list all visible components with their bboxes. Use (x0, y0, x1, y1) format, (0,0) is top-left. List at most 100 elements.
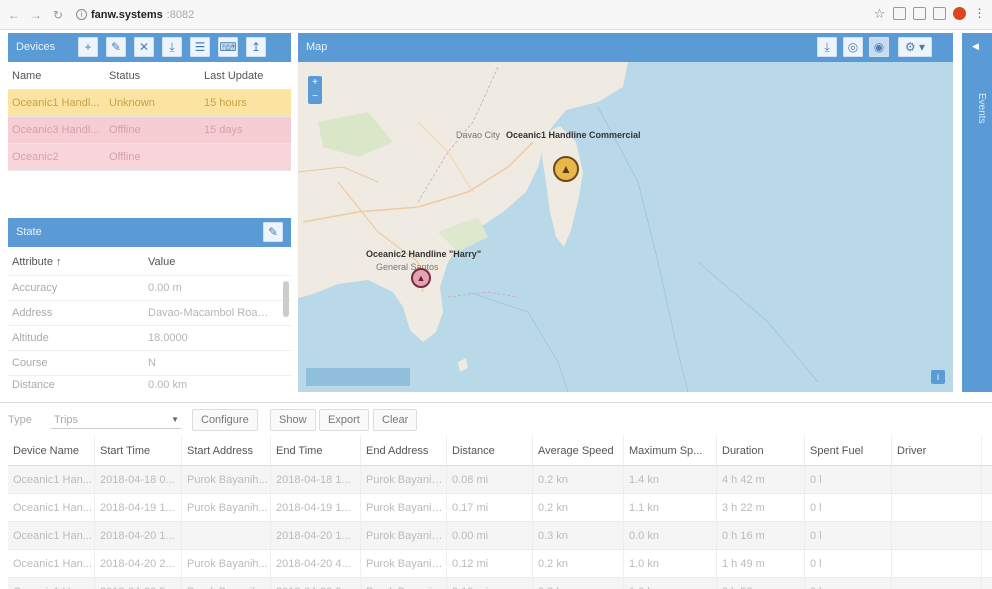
report-col-header[interactable]: End Address (361, 436, 447, 465)
col-status[interactable]: Status (105, 70, 200, 82)
device-row[interactable]: Oceanic2 Offline (8, 144, 291, 171)
state-scrollbar[interactable] (283, 281, 289, 317)
report-col-header[interactable]: Device Name (8, 436, 95, 465)
gear-icon: ⚙ (904, 40, 916, 54)
state-attribute: Accuracy (12, 282, 58, 294)
events-sidebar[interactable]: ◀ Events (962, 33, 992, 392)
zoom-in-button[interactable]: + (308, 76, 322, 90)
report-cell: 2018-04-18 1... (271, 466, 361, 493)
map-panel-header: Map ⤓ ◎ ◉ ⚙ ▾ (298, 33, 953, 62)
map-info-icon[interactable]: i (931, 370, 945, 384)
url-port: :8082 (166, 8, 195, 21)
small-island-shape (458, 358, 468, 372)
sort-arrow-icon: ↑ (56, 255, 62, 268)
reload-icon[interactable]: ↻ (50, 8, 66, 22)
clear-button[interactable]: Clear (373, 409, 418, 431)
device-row[interactable]: Oceanic1 Handl... Unknown 15 hours (8, 90, 291, 117)
expand-arrow-icon[interactable]: ◀ (972, 41, 979, 52)
map-geofence-button[interactable]: ⤓ (817, 37, 837, 57)
upload-button[interactable]: ↥ (246, 37, 266, 57)
show-button[interactable]: Show (270, 409, 316, 431)
configure-button[interactable]: Configure (192, 409, 258, 431)
report-cell: 0 l (805, 550, 892, 577)
report-col-header[interactable]: Start Time (95, 436, 182, 465)
report-col-header[interactable]: Spent Fuel (805, 436, 892, 465)
report-cell (892, 522, 982, 549)
geofence-button[interactable]: ⤓ (162, 37, 182, 57)
report-cell: 0.12 mi (447, 550, 533, 577)
browser-menu-icon[interactable]: ⋮ (973, 7, 986, 20)
export-button[interactable]: Export (319, 409, 369, 431)
report-cell: Purok Bayanih... (182, 466, 271, 493)
report-cell: 0 l (805, 494, 892, 521)
report-cell: Purok Bayanih... (182, 578, 271, 589)
edit-device-button[interactable]: ✎ (106, 37, 126, 57)
device-row[interactable]: Oceanic3 Handl... Offline 15 days (8, 117, 291, 144)
report-cell: 0.08 mi (447, 466, 533, 493)
report-cell: Purok Bayanih... (361, 494, 447, 521)
keyboard-icon: ⌨ (219, 40, 237, 54)
report-row[interactable]: Oceanic1 Han... 2018-04-18 0... Purok Baya… (8, 466, 992, 494)
report-row[interactable]: Oceanic1 Han... 2018-04-19 1... Purok Baya… (8, 494, 992, 522)
report-col-header[interactable]: Start Address (182, 436, 271, 465)
depth-contour (697, 261, 819, 383)
report-col-header[interactable]: Average Speed (533, 436, 624, 465)
add-device-button[interactable]: + (78, 37, 98, 57)
map-follow-button[interactable]: ◉ (869, 37, 889, 57)
report-cell: 1.0 kn (624, 550, 717, 577)
report-cell (892, 466, 982, 493)
report-col-header[interactable]: Maximum Sp... (624, 436, 717, 465)
report-col-header[interactable]: Distance (447, 436, 533, 465)
report-col-header[interactable]: Driver (892, 436, 982, 465)
report-cell: 2018-04-18 0... (95, 466, 182, 493)
col-value[interactable]: Value (143, 256, 273, 268)
report-cell: 1.0 kn (624, 578, 717, 589)
report-row[interactable]: Oceanic1 Han...2018-04-20 5...Purok Baya… (8, 578, 992, 589)
state-value: 0.00 m (148, 282, 182, 294)
cast-icon[interactable] (913, 7, 926, 20)
report-col-header[interactable]: Duration (717, 436, 805, 465)
report-type-select[interactable]: Trips ▼ (51, 411, 181, 429)
report-row[interactable]: Oceanic1 Han... 2018-04-20 1... 2018-04-20… (8, 522, 992, 550)
device-marker-oceanic2[interactable]: ▲ (411, 268, 431, 288)
report-col-header[interactable]: End Time (271, 436, 361, 465)
report-cell: Purok Bayanih... (182, 550, 271, 577)
list-icon: ☰ (194, 40, 206, 54)
col-last-update[interactable]: Last Update (200, 70, 290, 82)
map-canvas[interactable]: + − Davao City Oceanic1 Handline Commerc… (298, 62, 953, 392)
report-cell (182, 522, 271, 549)
report-cell: 0.17 mi (447, 494, 533, 521)
report-cell: 1.4 kn (624, 466, 717, 493)
opera-icon[interactable] (953, 7, 966, 20)
back-icon[interactable]: ← (6, 8, 22, 22)
report-cell: 0.2 kn (533, 466, 624, 493)
report-cell: 1.1 kn (624, 494, 717, 521)
command-button[interactable]: ⌨ (218, 37, 238, 57)
device-marker-oceanic1[interactable]: ▲ (553, 156, 579, 182)
device-last-update: 15 days (204, 124, 243, 136)
address-bar[interactable]: i fanw.systems:8082 (76, 9, 194, 21)
report-row[interactable]: Oceanic1 Han... 2018-04-20 2... Purok Baya… (8, 550, 992, 578)
window-icon[interactable] (933, 7, 946, 20)
report-cell: Oceanic1 Han... (8, 466, 95, 493)
map-scale-bar (306, 368, 410, 386)
info-icon: i (76, 9, 87, 20)
report-cell: Purok Bayanih... (361, 466, 447, 493)
report-cell: Oceanic1 Han... (8, 578, 95, 589)
map-locate-button[interactable]: ◎ (843, 37, 863, 57)
report-cell: Purok Bayanih... (182, 494, 271, 521)
device-status: Unknown (109, 97, 155, 109)
report-cell: 0.2 kn (533, 578, 624, 589)
col-name[interactable]: Name (8, 70, 105, 82)
attributes-button[interactable]: ☰ (190, 37, 210, 57)
col-attribute[interactable]: Attribute ↑ (8, 256, 143, 268)
zoom-out-button[interactable]: − (308, 90, 322, 104)
forward-icon[interactable]: → (28, 8, 44, 22)
remove-device-button[interactable]: ✕ (134, 37, 154, 57)
bookmark-star-icon[interactable]: ☆ (873, 7, 886, 20)
extension-icon[interactable] (893, 7, 906, 20)
report-cell: Purok Bayanih... (361, 522, 447, 549)
state-edit-button[interactable]: ✎ (263, 222, 283, 242)
report-cell: 1 h 49 m (717, 550, 805, 577)
map-settings-button[interactable]: ⚙ ▾ (898, 37, 932, 57)
